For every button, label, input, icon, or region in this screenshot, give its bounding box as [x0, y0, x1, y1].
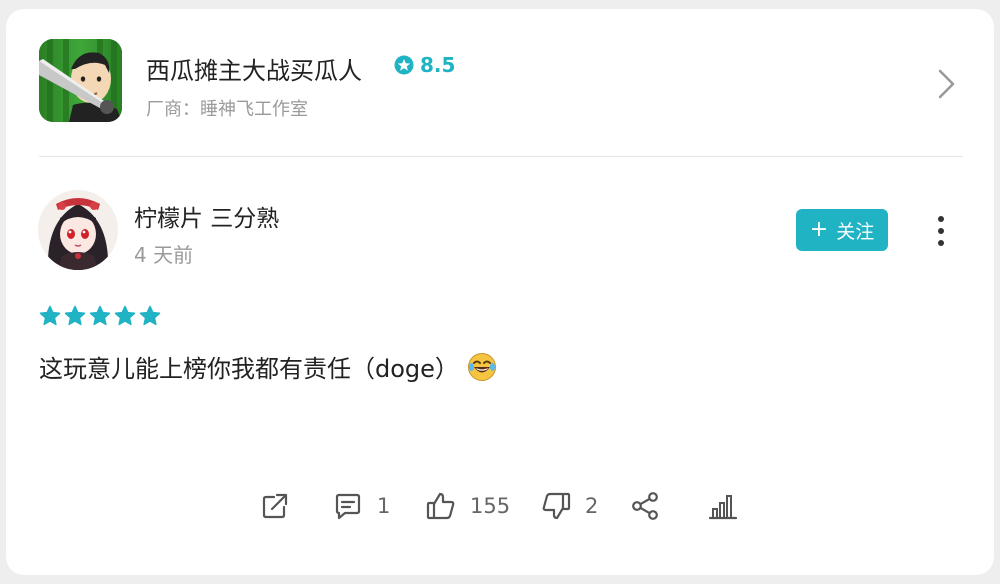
star-icon	[64, 305, 86, 326]
review-card: 西瓜摊主大战买瓜人 8.5 厂商：睡神飞工作室 柠檬片 三分熟 4 天前 + 关…	[6, 9, 994, 575]
app-rating: 8.5	[394, 53, 455, 77]
post-time: 4 天前	[134, 243, 194, 267]
divider	[39, 156, 963, 157]
external-link-button[interactable]	[258, 489, 292, 523]
dislike-button[interactable]: 2	[539, 489, 598, 523]
thumbs-up-icon	[426, 492, 455, 520]
follow-button[interactable]: + 关注	[796, 209, 888, 251]
star-rating	[39, 305, 161, 327]
thumbs-down-icon	[542, 492, 571, 520]
action-bar: 1 155 2	[6, 479, 994, 535]
username[interactable]: 柠檬片 三分熟	[134, 199, 279, 233]
app-icon	[39, 39, 122, 122]
plus-icon: +	[809, 217, 829, 242]
app-header[interactable]: 西瓜摊主大战买瓜人 8.5 厂商：睡神飞工作室	[6, 9, 994, 157]
laughing-crying-emoji	[467, 352, 496, 381]
dislike-count: 2	[585, 494, 599, 518]
external-link-icon	[262, 493, 288, 519]
star-badge-icon	[394, 55, 414, 75]
like-count: 155	[470, 494, 511, 518]
app-name: 西瓜摊主大战买瓜人	[146, 57, 362, 85]
more-options-icon[interactable]	[926, 213, 956, 249]
star-icon	[114, 305, 136, 326]
bar-chart-icon	[708, 495, 738, 520]
share-button[interactable]	[628, 489, 662, 523]
star-icon	[39, 305, 61, 326]
like-button[interactable]: 155	[424, 489, 510, 523]
comment-icon	[335, 493, 361, 520]
review-text-row: 这玩意儿能上榜你我都有责任（doge）	[39, 349, 497, 384]
share-icon	[632, 492, 658, 520]
chevron-right-icon[interactable]	[934, 67, 958, 101]
developer-label: 厂商：睡神飞工作室	[146, 99, 308, 120]
review-text: 这玩意儿能上榜你我都有责任（doge）	[39, 355, 459, 383]
stats-button[interactable]	[706, 489, 740, 523]
comment-count: 1	[377, 494, 391, 518]
avatar[interactable]	[38, 190, 118, 270]
rating-value: 8.5	[420, 53, 456, 77]
follow-label: 关注	[836, 220, 875, 243]
comment-button[interactable]: 1	[331, 489, 390, 523]
star-icon	[89, 305, 111, 326]
star-icon	[139, 305, 161, 326]
